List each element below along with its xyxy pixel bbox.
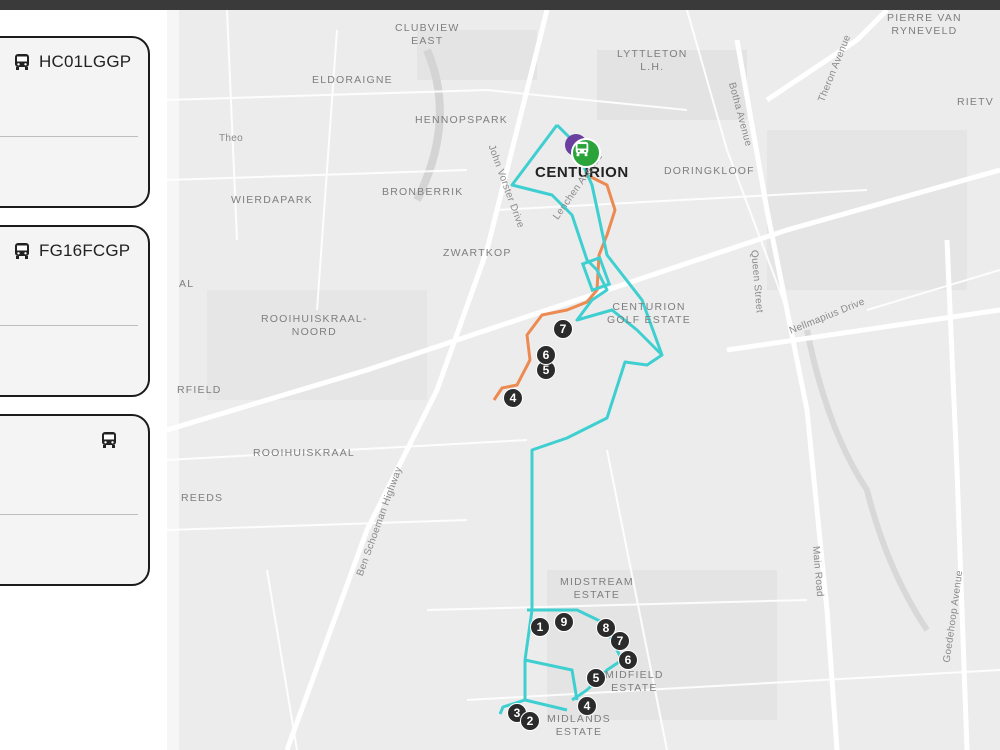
bus-icon: [15, 243, 29, 259]
vehicle-panel: HC01LGGP FG16FCGP: [0, 10, 167, 750]
label-theo: Theo: [219, 133, 243, 144]
top-bar: [0, 0, 1000, 10]
label-rooihuiskraal: ROOIHUISKRAAL: [253, 447, 355, 459]
vehicle-card-header: [99, 430, 126, 450]
label-lyttleton: LYTTLETON L.H.: [617, 48, 688, 73]
route-stop[interactable]: 2: [520, 711, 540, 731]
route-stop[interactable]: 6: [536, 345, 556, 365]
label-reeds: REEDS: [181, 492, 224, 504]
label-midstream: MIDSTREAM ESTATE: [560, 576, 634, 601]
map-view[interactable]: CLUBVIEW EAST LYTTLETON L.H. PIERRE VAN RYN…: [167, 10, 1000, 750]
label-centurion-golf: CENTURION GOLF ESTATE: [607, 301, 691, 326]
label-rfield: RFIELD: [177, 384, 222, 396]
vehicle-plate: HC01LGGP: [39, 52, 132, 71]
card-divider: [0, 325, 138, 326]
card-divider: [0, 136, 138, 137]
label-zwartkop: ZWARTKOP: [443, 247, 512, 259]
bus-location-marker[interactable]: [571, 138, 601, 168]
label-doringkloof: DORINGKLOOF: [664, 165, 755, 177]
route-stop[interactable]: 7: [610, 631, 630, 651]
bus-icon: [102, 432, 116, 448]
label-al: AL: [179, 278, 195, 290]
label-hennopspark: HENNOPSPARK: [415, 114, 508, 126]
label-pierre: PIERRE VAN RYNEVELD: [887, 12, 962, 37]
label-bronberrik: BRONBERRIK: [382, 186, 464, 198]
route-stop[interactable]: 5: [586, 668, 606, 688]
vehicle-card-2[interactable]: FG16FCGP: [0, 225, 150, 397]
label-midfield: MIDFIELD ESTATE: [605, 669, 664, 694]
bus-icon: [15, 54, 29, 70]
vehicle-plate: FG16FCGP: [39, 241, 131, 260]
route-stop[interactable]: 6: [618, 650, 638, 670]
route-stop[interactable]: 4: [577, 696, 597, 716]
label-clubview: CLUBVIEW EAST: [395, 22, 460, 47]
route-stop[interactable]: 4: [503, 388, 523, 408]
label-rooihuiskraal-noord: ROOIHUISKRAAL- NOORD: [261, 313, 368, 338]
label-rietv: RIETV: [957, 96, 994, 108]
vehicle-card-header: FG16FCGP: [12, 241, 130, 261]
label-midlands: MIDLANDS ESTATE: [547, 713, 611, 738]
vehicle-card-1[interactable]: HC01LGGP: [0, 36, 150, 208]
map-canvas: [167, 10, 1000, 750]
route-stop[interactable]: 9: [554, 612, 574, 632]
vehicle-card-3[interactable]: [0, 414, 150, 586]
card-divider: [0, 514, 138, 515]
vehicle-card-header: HC01LGGP: [12, 52, 131, 72]
route-stop[interactable]: 7: [553, 319, 573, 339]
label-wierdapark: WIERDAPARK: [231, 194, 313, 206]
label-eldoraigne: ELDORAIGNE: [312, 74, 393, 86]
route-stop[interactable]: 1: [530, 617, 550, 637]
bus-icon: [575, 141, 589, 157]
